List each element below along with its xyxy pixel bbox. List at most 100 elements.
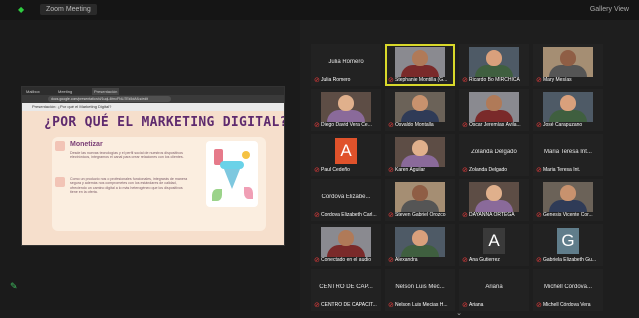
muted-mic-icon: ⊘: [536, 302, 542, 309]
participant-face: [338, 230, 354, 246]
participant-tile[interactable]: ⊘ Diego David Vera Ce...: [311, 89, 381, 131]
participant-video: [543, 182, 593, 212]
chevron-down-icon[interactable]: ⌄: [455, 310, 463, 318]
slides-document-bar: Presentación: ¿Por qué el Marketing Digi…: [22, 103, 284, 111]
participant-tile[interactable]: ⊘ Genesis Vicente Cor...: [533, 179, 603, 221]
security-shield-icon[interactable]: ◆: [18, 6, 26, 14]
participant-name-label: Genesis Vicente Cor...: [543, 212, 593, 218]
slide-title: ¿POR QUÉ EL MARKETING DIGITAL?: [44, 115, 285, 130]
participant-name-label: CENTRO DE CAPACIT...: [321, 302, 377, 308]
muted-mic-icon: ⊘: [462, 122, 468, 129]
participant-tile[interactable]: CENTRO DE CAP... ⊘ CENTRO DE CAPACIT...: [311, 269, 381, 311]
muted-mic-icon: ⊘: [314, 212, 320, 219]
participant-name-label: Gabriela Elizabeth Gu...: [543, 257, 597, 263]
url-field[interactable]: docs.google.com/presentation/d/1uqL4fmcF…: [48, 96, 171, 102]
participant-name-label: Stephanie Montilla (G...: [395, 77, 448, 83]
participant-video: [469, 182, 519, 212]
annotate-pencil-icon[interactable]: ✎: [10, 282, 19, 291]
presentation-slide: ¿POR QUÉ EL MARKETING DIGITAL? Monetizar…: [22, 111, 284, 245]
muted-mic-icon: ⊘: [314, 167, 320, 174]
participant-display-name: Cordova Elizabe...: [321, 194, 371, 200]
participant-tile[interactable]: Julia Romero ⊘ Julia Romero: [311, 44, 381, 86]
participant-tile[interactable]: ⊘ Karen Aguilar: [385, 134, 455, 176]
participant-name-label: DAYANNA ORTEGA: [469, 212, 515, 218]
participant-name-label: Alexandra: [395, 257, 418, 263]
slide-heading: Monetizar: [70, 141, 103, 148]
participant-name-label: Diego David Vera Ce...: [321, 122, 372, 128]
participant-video: [469, 47, 519, 77]
participant-name-label: Osvaldo Montalla: [395, 122, 434, 128]
participant-body: [401, 200, 439, 212]
participant-body: [475, 110, 513, 122]
participant-body: [401, 155, 439, 167]
leaf-icon: [244, 187, 253, 199]
muted-mic-icon: ⊘: [314, 122, 320, 129]
participant-name-label: Ricardo Bo MIRCHICA: [469, 77, 520, 83]
participant-tile[interactable]: A ⊘ Ana Gutierrez: [459, 224, 529, 266]
muted-mic-icon: ⊘: [536, 77, 542, 84]
meeting-title: Zoom Meeting: [40, 4, 97, 15]
browser-tab[interactable]: Mailbox: [24, 88, 42, 95]
participant-tile[interactable]: ⊘ Steven Gabriel Orozco: [385, 179, 455, 221]
avatar: G: [557, 228, 579, 254]
participant-video: [469, 92, 519, 122]
slide-paragraph: Como un producto nos o profesionales fun…: [70, 177, 188, 195]
browser-address-bar: docs.google.com/presentation/d/1uqL4fmcF…: [22, 95, 284, 103]
muted-mic-icon: ⊘: [388, 212, 394, 219]
muted-mic-icon: ⊘: [536, 167, 542, 174]
funnel-body-icon: [224, 169, 240, 189]
participant-tile[interactable]: ⊘ DAYANNA ORTEGA: [459, 179, 529, 221]
participant-tile[interactable]: ⊘ Ricardo Bo MIRCHICA: [459, 44, 529, 86]
participant-tile[interactable]: G ⊘ Gabriela Elizabeth Gu...: [533, 224, 603, 266]
participant-display-name: Zolanda Delgado: [471, 149, 517, 155]
participant-face: [412, 95, 428, 111]
participant-video: [321, 227, 371, 257]
funnel-illustration: [206, 141, 258, 207]
participant-display-name: Julia Romero: [328, 59, 364, 65]
participant-tile[interactable]: ⊘ José Carapuzano: [533, 89, 603, 131]
participant-face: [412, 185, 428, 201]
participant-tile[interactable]: ⊘ Mary Mesías: [533, 44, 603, 86]
participant-tile[interactable]: ⊘ Stephanie Montilla (G...: [385, 44, 455, 86]
participant-tile[interactable]: Nelson Luis Mec... ⊘ Nelson Luis Mecias H.…: [385, 269, 455, 311]
participant-video: [543, 92, 593, 122]
participant-body: [475, 200, 513, 212]
participant-name-label: José Carapuzano: [543, 122, 583, 128]
participant-tile[interactable]: Zolanda Delgado ⊘ Zolanda Delgado: [459, 134, 529, 176]
participant-tile[interactable]: A ⊘ Paul Cedeño: [311, 134, 381, 176]
participant-face: [412, 230, 428, 246]
browser-tab-strip: Mailbox Meeting Presentación: [22, 87, 284, 95]
participant-name-label: Nelson Luis Mecias H...: [395, 302, 448, 308]
muted-mic-icon: ⊘: [388, 302, 394, 309]
participant-display-name: Michell Córdova...: [543, 284, 593, 290]
participant-face: [412, 50, 428, 66]
browser-tab-active[interactable]: Presentación: [92, 88, 120, 95]
participant-tile[interactable]: Michell Córdova... ⊘ Michell Córdova Vera: [533, 269, 603, 311]
browser-tab[interactable]: Meeting: [56, 88, 74, 95]
participant-face: [560, 50, 576, 66]
funnel-icon: [220, 161, 244, 169]
participant-tile[interactable]: ⊘ Conectado en el audio: [311, 224, 381, 266]
participant-tile[interactable]: Ariana ⊘ Ariana: [459, 269, 529, 311]
shared-browser-window: Mailbox Meeting Presentación docs.google…: [21, 86, 285, 246]
participant-display-name: Nelson Luis Mec...: [395, 284, 445, 290]
participant-tile[interactable]: Maria Teresa Int... ⊘ Maria Teresa Int.: [533, 134, 603, 176]
bullet-square-icon: [55, 177, 65, 187]
participant-face: [338, 95, 354, 111]
participant-display-name: Ariana: [485, 284, 503, 290]
gallery-view-button[interactable]: Gallery View: [590, 5, 629, 14]
muted-mic-icon: ⊘: [388, 257, 394, 264]
participant-tile[interactable]: ⊘ Alexandra: [385, 224, 455, 266]
muted-mic-icon: ⊘: [462, 257, 468, 264]
participant-face: [560, 95, 576, 111]
participant-body: [327, 245, 365, 257]
participant-face: [560, 185, 576, 201]
participant-tile[interactable]: ⊘ Osvaldo Montalla: [385, 89, 455, 131]
muted-mic-icon: ⊘: [462, 212, 468, 219]
participant-body: [549, 110, 587, 122]
participant-tile[interactable]: ⊘ Oscar Jeremías Ávila...: [459, 89, 529, 131]
participant-video: [543, 47, 593, 77]
muted-mic-icon: ⊘: [536, 212, 542, 219]
participant-video: [395, 47, 445, 77]
participant-tile[interactable]: Cordova Elizabe... ⊘ Cordova Elizabeth Car…: [311, 179, 381, 221]
